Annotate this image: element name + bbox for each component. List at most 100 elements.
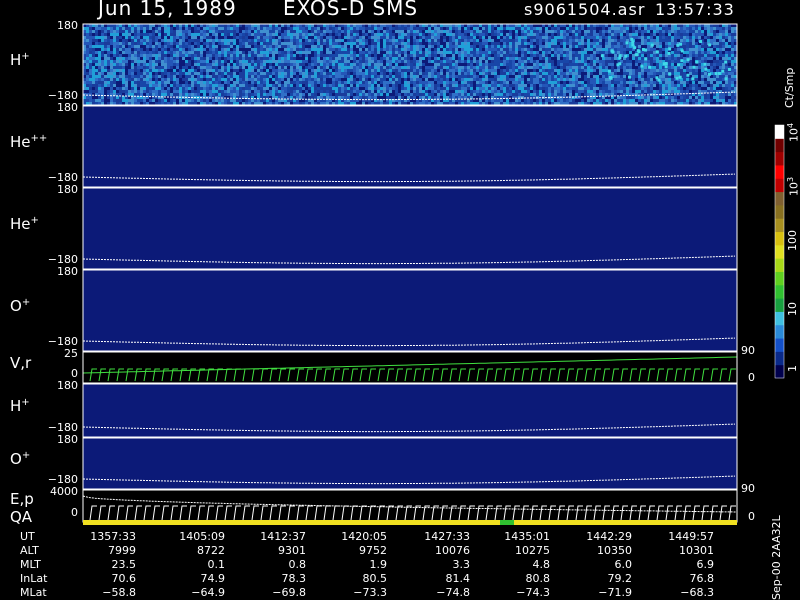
panel-label-7: E,p bbox=[10, 490, 34, 508]
title-instrument: EXOS-D SMS bbox=[283, 0, 419, 20]
ephemeris-cell: 6.0 bbox=[614, 558, 633, 571]
ephemeris-cell: 1420:05 bbox=[341, 530, 387, 543]
panel-4-ytick-top: 25 bbox=[64, 347, 78, 360]
heatmap-bright-cell bbox=[707, 72, 711, 76]
heatmap-bright-cell bbox=[699, 40, 703, 44]
ephemeris-cell: 10275 bbox=[515, 544, 550, 557]
heatmap-bright-cell bbox=[680, 59, 684, 63]
ephemeris-cell: 79.2 bbox=[607, 572, 633, 585]
ephemeris-cell: −74.3 bbox=[516, 586, 550, 599]
ephemeris-cell: 1357:33 bbox=[90, 530, 136, 543]
ephemeris-cell: 1427:33 bbox=[424, 530, 470, 543]
colorbar-segment bbox=[775, 151, 784, 166]
panel-label-4: V,r bbox=[10, 353, 32, 372]
panel-0-ytick-top: 180 bbox=[57, 19, 78, 32]
heatmap-bright-cell bbox=[624, 54, 628, 58]
qa-bar bbox=[83, 520, 737, 525]
ephemeris-cell: 10076 bbox=[435, 544, 470, 557]
panel-label-0: H+ bbox=[10, 50, 30, 69]
heatmap-bright-cell bbox=[667, 51, 671, 55]
panel-1-ytick-top: 180 bbox=[57, 101, 78, 114]
colorbar-segment bbox=[775, 311, 784, 326]
heatmap-bright-cell bbox=[631, 43, 635, 47]
colorbar-segment bbox=[775, 125, 784, 139]
ephemeris-cell: −58.8 bbox=[102, 586, 136, 599]
ephemeris-cell: 4.8 bbox=[532, 558, 551, 571]
title-time: 13:57:33 bbox=[655, 0, 735, 19]
ephemeris-cell: 9301 bbox=[278, 544, 306, 557]
ephemeris-row-inlat: InLat 70.6 74.9 78.3 80.5 81.4 80.8 79.2 76.8 bbox=[0, 572, 740, 585]
colorbar-segment bbox=[775, 338, 784, 352]
ephemeris-cell: 1405:09 bbox=[179, 530, 225, 543]
colorbar-segment bbox=[775, 298, 784, 312]
panel-label-1: He++ bbox=[10, 132, 48, 151]
heatmap-bright-cell bbox=[618, 56, 622, 60]
qa-bar-highlight bbox=[500, 520, 514, 525]
ephemeris-cell: 10301 bbox=[679, 544, 714, 557]
heatmap-bright-cell bbox=[636, 49, 640, 53]
panel-6-ytick-top: 180 bbox=[57, 433, 78, 446]
panel-label-qa: QA bbox=[10, 508, 33, 526]
heatmap-bright-cell bbox=[641, 47, 645, 51]
panel-7-ytick-top: 4000 bbox=[50, 485, 78, 498]
heatmap-bright-cell bbox=[664, 65, 668, 69]
colorbar-segment bbox=[775, 271, 784, 286]
heatmap-bright-cell bbox=[691, 77, 695, 81]
ephemeris-row-mlat: MLat −58.8 −64.9 −69.8 −73.3 −74.8 −74.3 −71.9 −… bbox=[0, 586, 740, 599]
panel-label-3: O+ bbox=[10, 296, 31, 315]
panel-label-5: H+ bbox=[10, 396, 30, 415]
ephemeris-cell: −71.9 bbox=[598, 586, 632, 599]
ephemeris-cell: 76.8 bbox=[689, 572, 715, 585]
heatmap-bright-cell bbox=[721, 69, 725, 73]
colorbar-segment bbox=[775, 178, 784, 193]
heatmap-bright-cell bbox=[727, 67, 731, 71]
heatmap-bright-cell bbox=[628, 75, 632, 79]
ephemeris-cell: 7999 bbox=[108, 544, 136, 557]
ephemeris-cell: 10350 bbox=[597, 544, 632, 557]
plot-area bbox=[82, 23, 785, 525]
heatmap-bright-cell bbox=[631, 40, 635, 44]
heatmap-bright-cell bbox=[640, 64, 644, 68]
colorbar-tick: 10 bbox=[786, 302, 799, 316]
heatmap-bright-cell bbox=[717, 71, 721, 75]
colorbar-segment bbox=[775, 138, 784, 153]
ephemeris-cell: 23.5 bbox=[111, 558, 137, 571]
heatmap-bright-cell bbox=[600, 54, 604, 58]
ephemeris-cell: −73.3 bbox=[353, 586, 387, 599]
ephemeris-cell: 1442:29 bbox=[586, 530, 632, 543]
ephemeris-cell: 3.3 bbox=[452, 558, 471, 571]
colorbar-segment bbox=[775, 324, 784, 339]
ephemeris-cell: 1412:37 bbox=[260, 530, 306, 543]
ephemeris-row-label: ALT bbox=[20, 544, 39, 557]
title-date: Jun 15, 1989 bbox=[98, 0, 237, 20]
colorbar-unit: Ct/Smp bbox=[783, 67, 796, 108]
heatmap-bright-cell bbox=[678, 75, 682, 79]
heatmap-bright-cell bbox=[609, 76, 613, 80]
panel-3-background bbox=[83, 270, 737, 351]
heatmap-bright-cell bbox=[668, 47, 672, 51]
panel-label-2: He+ bbox=[10, 214, 39, 233]
ephemeris-row-label: MLT bbox=[20, 558, 41, 571]
heatmap-bright-cell bbox=[635, 53, 639, 57]
panel-2-ytick-top: 180 bbox=[57, 183, 78, 196]
heatmap-bright-cell bbox=[618, 62, 622, 66]
ephemeris-row-label: MLat bbox=[20, 586, 47, 599]
colorbar-segment bbox=[775, 164, 784, 179]
ephemeris-row-alt: ALT 7999 8722 9301 9752 10076 10275 10350 10301 bbox=[0, 544, 740, 557]
colorbar-segment bbox=[775, 351, 784, 366]
heatmap-bright-cell bbox=[680, 49, 684, 53]
panel-4-background bbox=[83, 352, 737, 383]
panel-7-rtick-bottom: 0 bbox=[748, 510, 755, 523]
heatmap-bright-cell bbox=[611, 50, 615, 54]
ephemeris-cell: 74.9 bbox=[200, 572, 226, 585]
side-label: Sep-00 2AA32L bbox=[770, 515, 783, 600]
heatmap-bright-cell bbox=[686, 73, 690, 77]
panel-4-rtick-bottom: 0 bbox=[748, 371, 755, 384]
heatmap-bright-cell bbox=[676, 43, 680, 47]
panel-5-ytick-top: 180 bbox=[57, 379, 78, 392]
ephemeris-cell: 70.6 bbox=[111, 572, 137, 585]
ephemeris-cell: 1449:57 bbox=[668, 530, 714, 543]
heatmap-bright-cell bbox=[648, 65, 652, 69]
title-file: s9061504.asr bbox=[524, 0, 646, 19]
heatmap-bright-cell bbox=[657, 78, 661, 82]
